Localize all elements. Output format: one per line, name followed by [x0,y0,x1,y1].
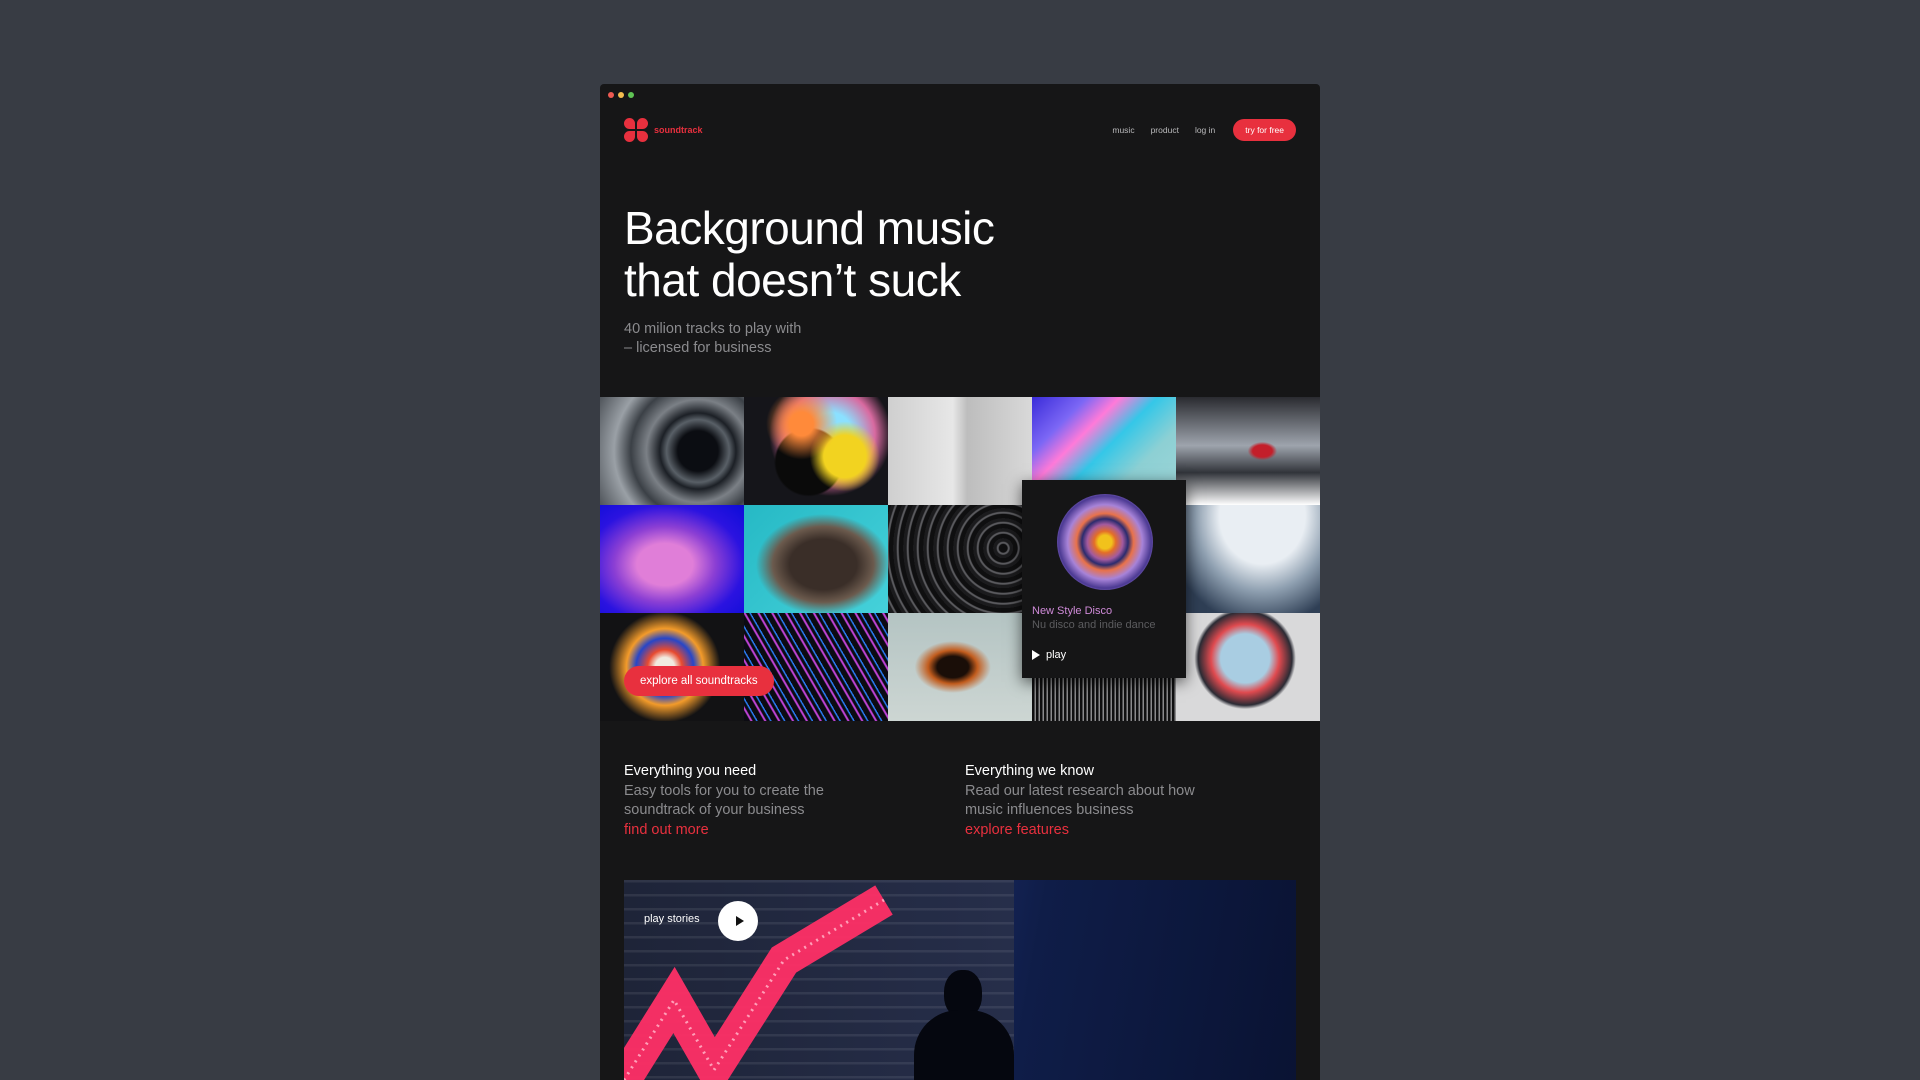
featured-description: Nu disco and indie dance [1032,619,1156,631]
play-button[interactable]: play [1032,649,1066,661]
nav-links: music product log in try for free [1112,119,1296,141]
featured-title: New Style Disco [1032,605,1113,617]
play-stories-button[interactable] [718,901,758,941]
nav-link-login[interactable]: log in [1195,125,1215,135]
artwork-tile[interactable] [744,397,888,505]
featured-soundtrack-card[interactable]: New Style Disco Nu disco and indie dance… [1022,480,1186,678]
browser-window: soundtrack music product log in try for … [600,84,1320,1080]
artwork-tile[interactable] [888,397,1032,505]
hero-title-line: that doesn’t suck [624,254,961,306]
hero-subtitle-line: – licensed for business [624,340,772,356]
feature-text: Easy tools for you to create the [624,782,824,799]
artwork-tile[interactable] [1176,613,1320,721]
hero-subtitle: 40 milion tracks to play with – licensed… [624,320,801,358]
artwork-tile[interactable] [1176,505,1320,613]
feature-text: music influences business [965,802,1134,818]
explore-features-link[interactable]: explore features [965,821,1265,841]
feature-block: Everything we know Read our latest resea… [965,762,1265,840]
feature-text: soundtrack of your business [624,802,805,818]
play-icon [735,916,744,926]
play-icon [1032,650,1040,660]
feature-title: Everything we know [965,763,1094,779]
hero-title: Background music that doesn’t suck [624,202,995,306]
nav-link-music[interactable]: music [1112,125,1134,135]
logo-text: soundtrack [654,125,703,135]
feature-title: Everything you need [624,763,757,779]
feature-text: Read our latest research about how [965,782,1195,799]
artwork-tile[interactable] [600,505,744,613]
hero-subtitle-line: 40 milion tracks to play with [624,321,802,337]
find-out-more-link[interactable]: find out more [624,821,924,841]
explore-all-soundtracks-button[interactable]: explore all soundtracks [624,666,774,696]
play-stories-label: play stories [644,913,700,925]
stories-video[interactable]: play stories [624,880,1296,1080]
album-art [1057,494,1153,590]
play-label: play [1046,649,1067,661]
try-for-free-button[interactable]: try for free [1233,119,1296,141]
artwork-tile[interactable] [600,397,744,505]
artwork-tile[interactable] [1176,397,1320,505]
artwork-tile[interactable] [888,613,1032,721]
maximize-window-icon[interactable] [628,92,634,98]
artwork-tile[interactable] [888,505,1032,613]
nav-link-product[interactable]: product [1151,125,1179,135]
minimize-window-icon[interactable] [618,92,624,98]
feature-block: Everything you need Easy tools for you t… [624,762,924,840]
hero-title-line: Background music [624,202,995,254]
person-silhouette [914,970,1014,1080]
window-controls [608,92,634,98]
artwork-tile[interactable] [744,505,888,613]
close-window-icon[interactable] [608,92,614,98]
soundtrack-logo-icon [624,118,648,142]
top-nav: soundtrack music product log in try for … [624,116,1296,144]
logo[interactable]: soundtrack [624,118,703,142]
